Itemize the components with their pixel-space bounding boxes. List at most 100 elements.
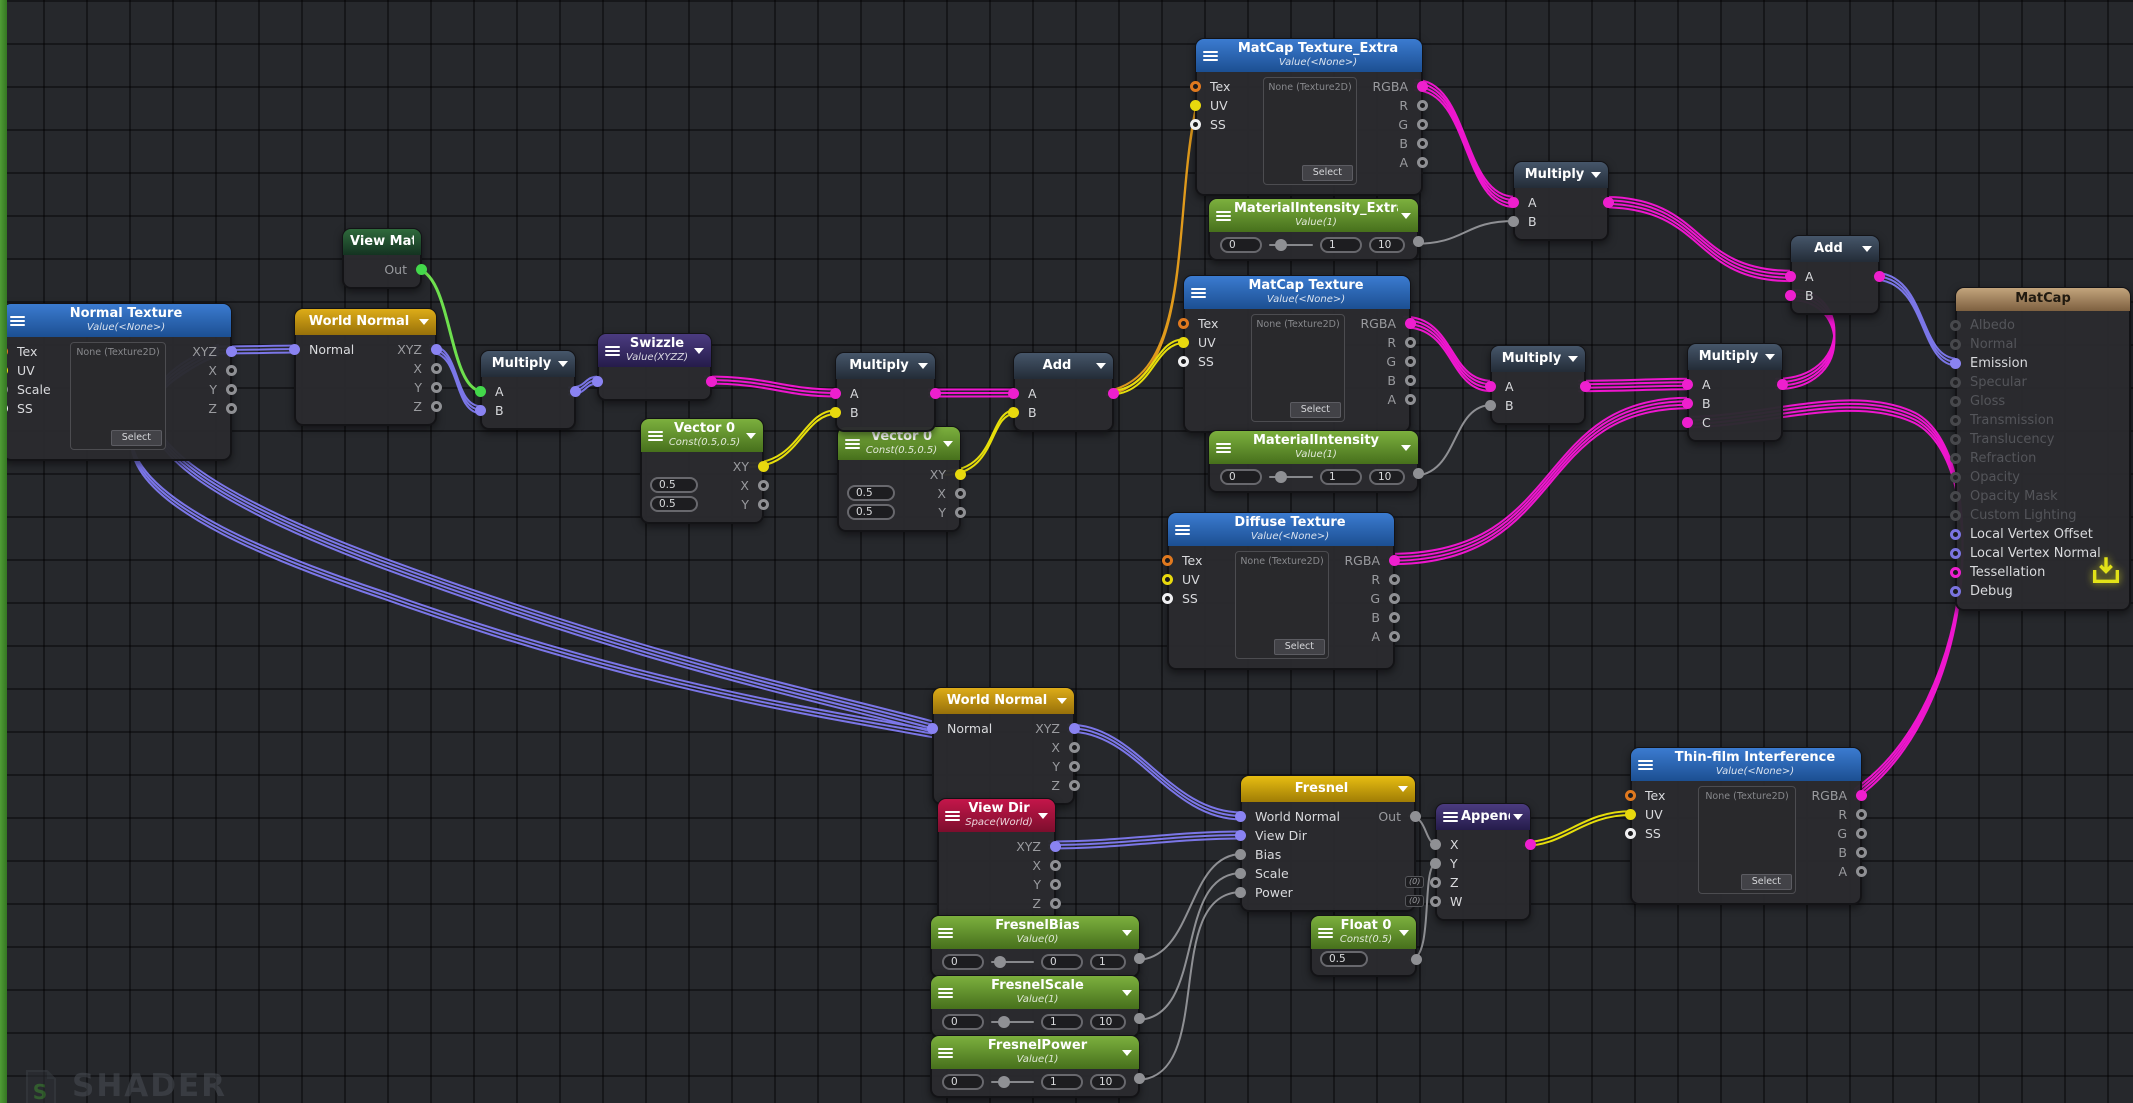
b-input-port[interactable]	[475, 405, 486, 416]
b-output-port[interactable]	[1417, 138, 1428, 149]
value-output-port[interactable]	[1134, 1073, 1145, 1084]
value-output-port[interactable]	[1134, 953, 1145, 964]
max-value-field[interactable]: 10	[1090, 1074, 1126, 1090]
dropdown-arrow-icon[interactable]	[1038, 813, 1048, 819]
node-view-dir[interactable]: View DirSpace(World)XYZXYZ	[937, 798, 1056, 923]
y-input-port[interactable]	[1430, 858, 1441, 869]
dropdown-arrow-icon[interactable]	[419, 319, 429, 325]
component-value-field[interactable]: 0.5	[650, 496, 698, 512]
uv-input-port[interactable]	[1190, 100, 1201, 111]
node-vector0-a[interactable]: Vector 0Const(0.5,0.5)XY0.5X0.5Y	[640, 418, 764, 524]
select-texture-button[interactable]: Select	[1302, 165, 1353, 181]
node-multiply-mid-right-1[interactable]: MultiplyAB	[1490, 345, 1586, 425]
xy-output-port[interactable]	[955, 469, 966, 480]
b-output-port[interactable]	[1405, 375, 1416, 386]
node-menu-icon[interactable]	[1318, 928, 1333, 938]
bias-input-port[interactable]	[1235, 849, 1246, 860]
out-output-port[interactable]	[1603, 197, 1614, 208]
ss-input-port[interactable]	[1162, 593, 1173, 604]
ss-input-port[interactable]	[1625, 828, 1636, 839]
in-input-port[interactable]	[592, 376, 603, 387]
a-input-port[interactable]	[1008, 388, 1019, 399]
wire-bundle-29[interactable]	[1524, 811, 1632, 846]
node-matcap-texture-extra[interactable]: MatCap Texture_ExtraValue(<None>)TexUVSS…	[1195, 38, 1423, 196]
value-output-port[interactable]	[1413, 468, 1424, 479]
dropdown-arrow-icon[interactable]	[1398, 786, 1408, 792]
slider-track[interactable]	[991, 1021, 1034, 1023]
debug-input-port[interactable]	[1950, 586, 1961, 597]
rgba-output-port[interactable]	[1405, 318, 1416, 329]
out-output-port[interactable]	[1108, 388, 1119, 399]
node-menu-icon[interactable]	[1216, 211, 1231, 221]
power-input-port[interactable]	[1235, 887, 1246, 898]
node-fresnel[interactable]: FresnelWorld NormalOutView DirBiasScaleP…	[1240, 775, 1416, 912]
slider-track[interactable]	[991, 1081, 1034, 1083]
value-field[interactable]: 0.5	[1320, 951, 1368, 967]
b-input-port[interactable]	[1485, 400, 1496, 411]
node-diffuse-texture[interactable]: Diffuse TextureValue(<None>)TexUVSSRGBAR…	[1167, 512, 1395, 670]
node-menu-icon[interactable]	[1443, 812, 1458, 822]
current-value-field[interactable]: 0	[1041, 954, 1083, 970]
texture-preview[interactable]: None (Texture2D)Select	[1235, 551, 1329, 659]
normal-input-port[interactable]	[289, 344, 300, 355]
max-value-field[interactable]: 10	[1369, 237, 1405, 253]
uv-input-port[interactable]	[1162, 574, 1173, 585]
emission-input-port[interactable]	[1950, 358, 1961, 369]
tex-input-port[interactable]	[1178, 318, 1189, 329]
opacity-input-port[interactable]	[1950, 472, 1961, 483]
b-input-port[interactable]	[1785, 290, 1796, 301]
out-output-port[interactable]	[706, 376, 717, 387]
out-output-port[interactable]	[1410, 811, 1421, 822]
a-input-port[interactable]	[1682, 379, 1693, 390]
z-output-port[interactable]	[1050, 898, 1061, 909]
x-output-port[interactable]	[1069, 742, 1080, 753]
dropdown-arrow-icon[interactable]	[1057, 698, 1067, 704]
ss-input-port[interactable]	[1190, 119, 1201, 130]
a-output-port[interactable]	[1389, 631, 1400, 642]
node-menu-icon[interactable]	[1638, 760, 1653, 770]
slider-handle[interactable]	[998, 1016, 1010, 1028]
value-output-port[interactable]	[1134, 1013, 1145, 1024]
value-output-port[interactable]	[1413, 236, 1424, 247]
select-texture-button[interactable]: Select	[1290, 402, 1341, 418]
x-output-port[interactable]	[955, 488, 966, 499]
node-matcap-master[interactable]: MatCapAlbedoNormalEmissionSpecularGlossT…	[1955, 287, 2131, 611]
wire-bundle-13[interactable]	[1404, 317, 1492, 391]
x-output-port[interactable]	[1050, 860, 1061, 871]
y-output-port[interactable]	[226, 384, 237, 395]
dropdown-arrow-icon[interactable]	[558, 361, 568, 367]
g-output-port[interactable]	[1417, 119, 1428, 130]
dropdown-arrow-icon[interactable]	[918, 363, 928, 369]
a-output-port[interactable]	[1405, 394, 1416, 405]
scale-input-port[interactable]	[1235, 868, 1246, 879]
dropdown-arrow-icon[interactable]	[1399, 930, 1409, 936]
y-output-port[interactable]	[758, 499, 769, 510]
uv-input-port[interactable]	[1178, 337, 1189, 348]
r-output-port[interactable]	[1405, 337, 1416, 348]
node-multiply-1[interactable]: MultiplyAB	[480, 350, 576, 430]
g-output-port[interactable]	[1856, 828, 1867, 839]
tex-input-port[interactable]	[1625, 790, 1636, 801]
graph-canvas[interactable]: Normal TextureValue(<None>)TexUVScaleSSX…	[0, 0, 2133, 1103]
wire-bundle-11[interactable]	[1412, 221, 1515, 244]
out-output-port[interactable]	[1525, 839, 1536, 850]
max-value-field[interactable]: 10	[1369, 469, 1405, 485]
dropdown-arrow-icon[interactable]	[1513, 814, 1523, 820]
min-value-field[interactable]: 0	[942, 1074, 984, 1090]
node-swizzle[interactable]: SwizzleValue(XYZZ)	[597, 333, 712, 401]
a-input-port[interactable]	[1785, 271, 1796, 282]
node-thin-film-interference[interactable]: Thin-film InterferenceValue(<None>)TexUV…	[1630, 747, 1862, 905]
min-value-field[interactable]: 0	[942, 954, 984, 970]
dropdown-arrow-icon[interactable]	[1401, 445, 1411, 451]
xyz-output-port[interactable]	[431, 344, 442, 355]
dropdown-arrow-icon[interactable]	[1122, 990, 1132, 996]
node-material-intensity[interactable]: MaterialIntensityValue(1)0110	[1208, 430, 1419, 493]
node-append[interactable]: AppendXYZ(0)W(0)	[1435, 803, 1531, 921]
normal-input-port[interactable]	[1950, 339, 1961, 350]
slider-handle[interactable]	[998, 1076, 1010, 1088]
dropdown-arrow-icon[interactable]	[694, 348, 704, 354]
node-menu-icon[interactable]	[845, 439, 860, 449]
a-input-port[interactable]	[830, 388, 841, 399]
current-value-field[interactable]: 1	[1041, 1014, 1083, 1030]
component-value-field[interactable]: 0.5	[650, 477, 698, 493]
